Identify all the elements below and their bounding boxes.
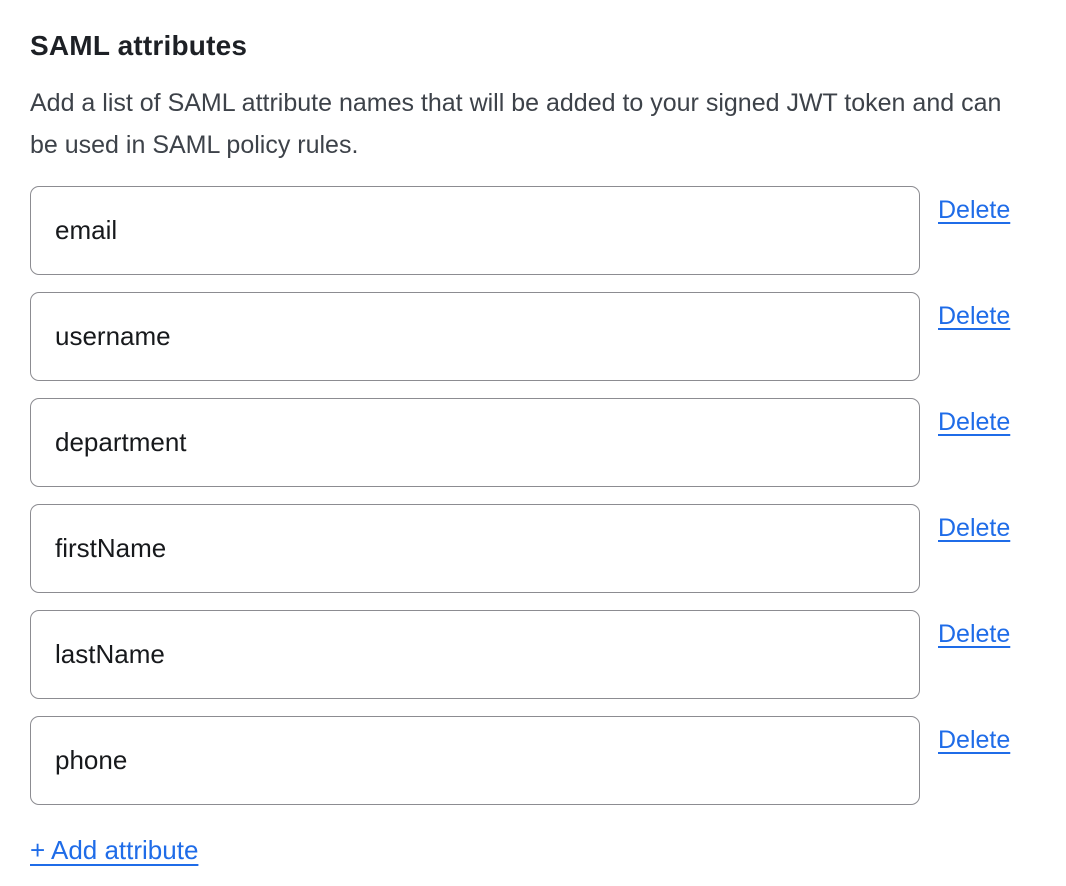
delete-attribute-link[interactable]: Delete: [938, 725, 1010, 755]
attribute-row: Delete: [30, 186, 1036, 275]
delete-attribute-link[interactable]: Delete: [938, 407, 1010, 437]
attribute-name-input[interactable]: [30, 398, 920, 487]
page-title: SAML attributes: [30, 28, 1036, 64]
attribute-name-input[interactable]: [30, 504, 920, 593]
attribute-name-input[interactable]: [30, 186, 920, 275]
add-attribute-link[interactable]: + Add attribute: [30, 834, 198, 866]
delete-attribute-link[interactable]: Delete: [938, 195, 1010, 225]
attribute-name-input[interactable]: [30, 610, 920, 699]
attribute-row: Delete: [30, 504, 1036, 593]
attribute-row: Delete: [30, 610, 1036, 699]
saml-attributes-section: SAML attributes Add a list of SAML attri…: [0, 0, 1066, 886]
section-description: Add a list of SAML attribute names that …: [30, 82, 1035, 166]
attribute-name-input[interactable]: [30, 716, 920, 805]
attribute-name-input[interactable]: [30, 292, 920, 381]
attribute-list: Delete Delete Delete Delete Delete Delet…: [30, 186, 1036, 805]
delete-attribute-link[interactable]: Delete: [938, 301, 1010, 331]
attribute-row: Delete: [30, 292, 1036, 381]
delete-attribute-link[interactable]: Delete: [938, 619, 1010, 649]
delete-attribute-link[interactable]: Delete: [938, 513, 1010, 543]
attribute-row: Delete: [30, 716, 1036, 805]
attribute-row: Delete: [30, 398, 1036, 487]
